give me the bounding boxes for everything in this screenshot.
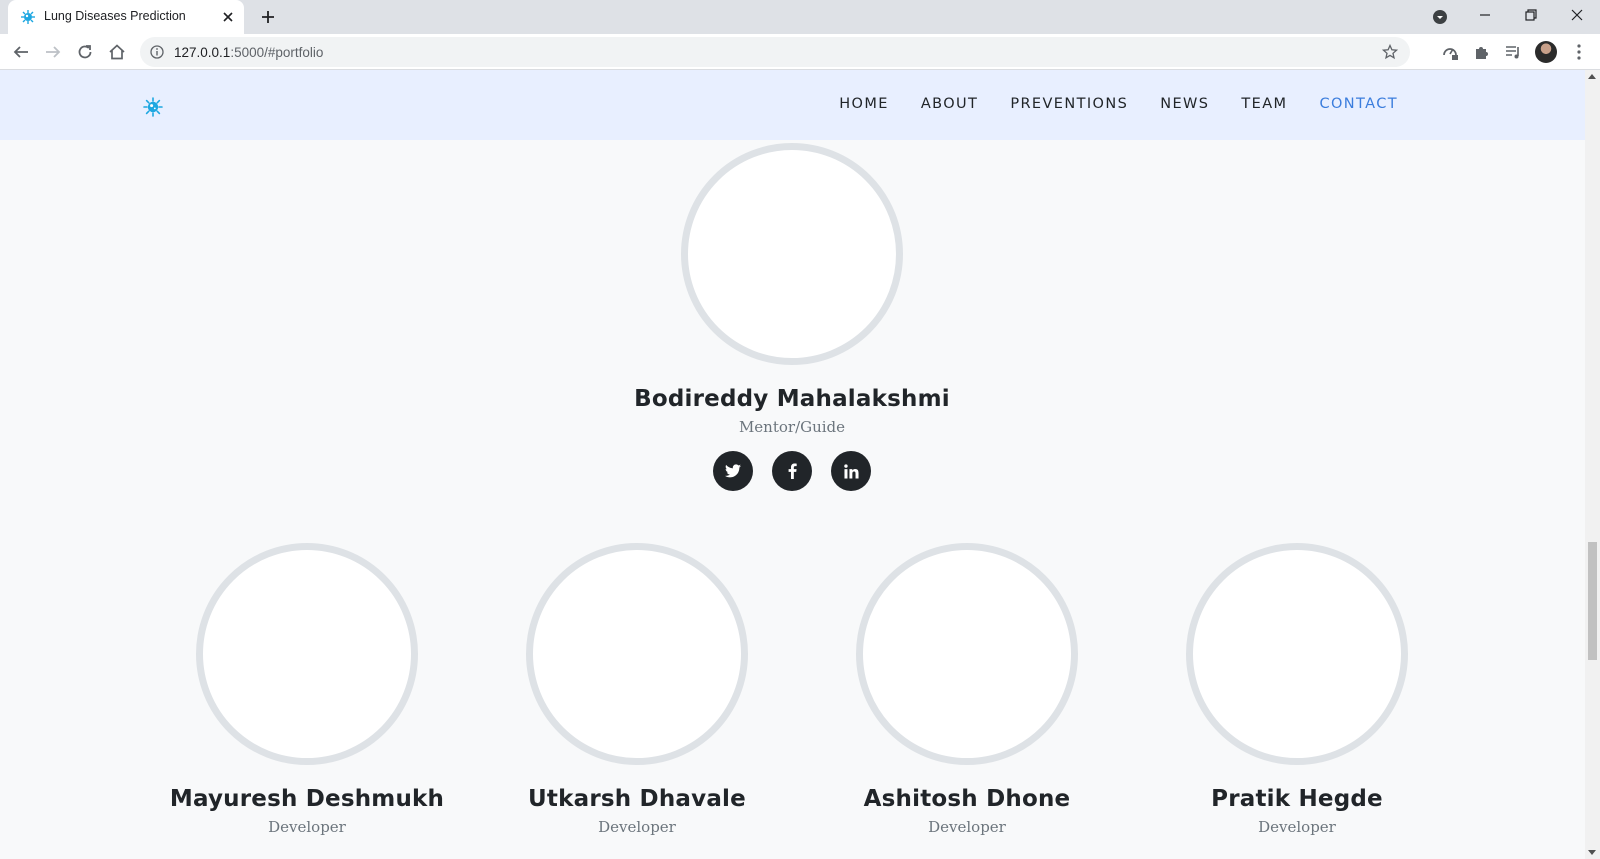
- browser-toolbar: 127.0.0.1:5000/#portfolio: [0, 34, 1600, 70]
- address-bar[interactable]: 127.0.0.1:5000/#portfolio: [140, 37, 1410, 67]
- page-viewport: Bodireddy Mahalakshmi Mentor/Guide Mayur…: [0, 70, 1600, 859]
- tab-title: Lung Diseases Prediction: [44, 9, 186, 23]
- member-portrait: [1186, 543, 1408, 765]
- media-control-icon[interactable]: [1503, 42, 1523, 62]
- mentor-social-links: [681, 451, 903, 491]
- minimize-window-icon[interactable]: [1462, 0, 1508, 30]
- url-host: 127.0.0.1: [174, 45, 231, 60]
- mentor-role: Mentor/Guide: [738, 418, 846, 436]
- forward-arrow-icon[interactable]: [42, 41, 64, 63]
- twitter-icon: [725, 464, 741, 478]
- scroll-down-arrow-icon[interactable]: [1588, 850, 1596, 855]
- new-tab-icon[interactable]: [258, 7, 278, 27]
- team-member-card: Pratik Hegde Developer: [1186, 543, 1408, 836]
- scrollbar-thumb[interactable]: [1588, 542, 1597, 660]
- facebook-icon: [788, 463, 797, 479]
- member-role: Developer: [268, 818, 346, 836]
- team-member-card: Ashitosh Dhone Developer: [856, 543, 1078, 836]
- close-tab-icon[interactable]: [220, 9, 236, 25]
- nav-link-home[interactable]: HOME: [839, 96, 889, 112]
- url-path: :5000/#portfolio: [230, 45, 324, 60]
- profile-avatar[interactable]: [1535, 41, 1557, 63]
- virus-favicon-icon: [21, 10, 35, 24]
- nav-link-news[interactable]: NEWS: [1160, 96, 1209, 112]
- member-portrait: [526, 543, 748, 765]
- extensions-puzzle-icon[interactable]: [1472, 42, 1492, 62]
- virus-logo-icon[interactable]: [143, 97, 163, 117]
- nav-link-contact[interactable]: CONTACT: [1319, 96, 1398, 112]
- restore-window-icon[interactable]: [1508, 0, 1554, 30]
- tab-strip: Lung Diseases Prediction: [0, 0, 1600, 34]
- member-role: Developer: [928, 818, 1006, 836]
- member-role: Developer: [598, 818, 676, 836]
- reload-icon[interactable]: [74, 41, 96, 63]
- tab-search-icon[interactable]: [1432, 9, 1448, 25]
- nav-link-team[interactable]: TEAM: [1241, 96, 1287, 112]
- main-nav-menu: HOME ABOUT PREVENTIONS NEWS TEAM CONTACT: [807, 96, 1398, 112]
- member-role: Developer: [1258, 818, 1336, 836]
- linkedin-link[interactable]: [831, 451, 871, 491]
- member-portrait: [856, 543, 1078, 765]
- page-scrollbar[interactable]: [1585, 70, 1600, 859]
- team-member-card: Utkarsh Dhavale Developer: [526, 543, 748, 836]
- mentor-portrait: [681, 143, 903, 365]
- nav-link-about[interactable]: ABOUT: [921, 96, 979, 112]
- team-member-card: Mayuresh Deshmukh Developer: [170, 543, 444, 836]
- url-text[interactable]: 127.0.0.1:5000/#portfolio: [174, 45, 323, 60]
- nav-link-preventions[interactable]: PREVENTIONS: [1010, 96, 1128, 112]
- back-arrow-icon[interactable]: [10, 41, 32, 63]
- close-window-icon[interactable]: [1554, 0, 1600, 30]
- home-icon[interactable]: [106, 41, 128, 63]
- site-navbar: HOME ABOUT PREVENTIONS NEWS TEAM CONTACT: [0, 70, 1585, 140]
- scroll-up-arrow-icon[interactable]: [1588, 74, 1596, 79]
- performance-extension-icon[interactable]: [1440, 42, 1460, 62]
- facebook-link[interactable]: [772, 451, 812, 491]
- member-name: Pratik Hegde: [1211, 786, 1383, 812]
- member-portrait: [196, 543, 418, 765]
- mentor-card: Bodireddy Mahalakshmi Mentor/Guide: [634, 143, 950, 491]
- browser-menu-icon[interactable]: [1569, 42, 1589, 62]
- bookmark-star-icon[interactable]: [1382, 44, 1398, 60]
- linkedin-icon: [843, 463, 859, 479]
- browser-tab[interactable]: Lung Diseases Prediction: [8, 0, 244, 34]
- twitter-link[interactable]: [713, 451, 753, 491]
- mentor-name: Bodireddy Mahalakshmi: [634, 386, 950, 412]
- site-info-icon[interactable]: [150, 45, 164, 59]
